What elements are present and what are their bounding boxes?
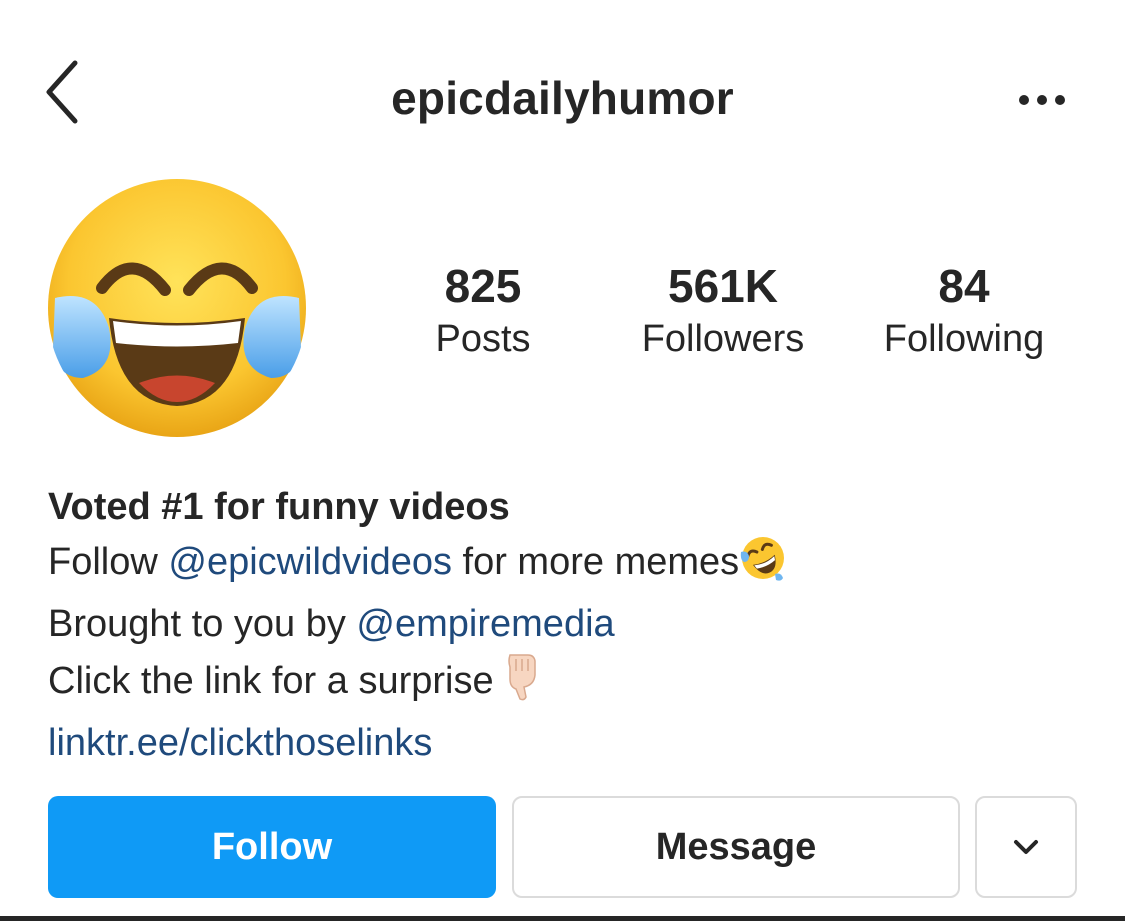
profile-username: epicdailyhumor: [391, 72, 734, 124]
divider: [0, 916, 1125, 921]
backhand-index-pointing-down-emoji: [504, 651, 540, 716]
follow-button[interactable]: Follow: [48, 796, 496, 898]
mention-epicwildvideos[interactable]: @epicwildvideos: [168, 541, 452, 583]
stat-followers[interactable]: 561K Followers: [612, 258, 834, 364]
posts-label: Posts: [435, 318, 531, 360]
bio-link[interactable]: linktr.ee/clickthoselinks: [48, 716, 1088, 770]
bio-text: Brought to you by: [48, 603, 357, 645]
mention-empiremedia[interactable]: @empiremedia: [356, 603, 614, 645]
stat-following[interactable]: 84 Following: [856, 258, 1072, 364]
bio-text: Follow: [48, 541, 169, 583]
following-count: 84: [938, 260, 990, 312]
followers-count: 561K: [668, 260, 778, 312]
bio-line-brought: Brought to you by @empiremedia: [48, 597, 1088, 651]
avatar[interactable]: [47, 178, 307, 438]
stat-posts[interactable]: 825 Posts: [408, 258, 558, 364]
chevron-down-icon: [1014, 840, 1038, 854]
message-button[interactable]: Message: [512, 796, 960, 898]
more-horizontal-icon: [1019, 95, 1065, 105]
rolling-on-floor-laughing-emoji: [739, 534, 787, 597]
bio-text: Click the link for a surprise: [48, 660, 505, 702]
profile-bio: Voted #1 for funny videos Follow @epicwi…: [48, 480, 1088, 770]
face-with-tears-of-joy-emoji: [48, 179, 306, 437]
bio-name: Voted #1 for funny videos: [48, 486, 510, 528]
bio-line-click: Click the link for a surprise: [48, 651, 1088, 716]
posts-count: 825: [444, 260, 522, 312]
following-label: Following: [883, 318, 1045, 360]
bio-text: for more memes: [451, 541, 740, 583]
more-options-button[interactable]: [1002, 72, 1082, 128]
bio-line-follow: Follow @epicwildvideos for more memes: [48, 534, 1088, 597]
suggested-accounts-button[interactable]: [975, 796, 1077, 898]
followers-label: Followers: [641, 318, 805, 360]
